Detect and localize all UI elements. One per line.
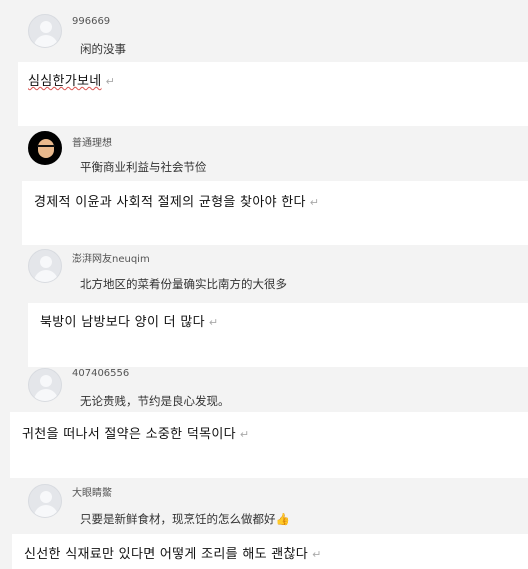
comment-text: 闲的没事: [80, 42, 126, 56]
translation-text[interactable]: 귀천을 떠나서 절약은 소중한 덕목이다 ↵: [22, 423, 249, 442]
username[interactable]: 普通理想: [72, 134, 112, 149]
translation-text[interactable]: 신선한 식재료만 있다면 어떻게 조리를 해도 괜찮다 ↵: [24, 543, 322, 562]
avatar[interactable]: [28, 249, 62, 283]
comment-text: 无论贵贱，节约是良心发现。: [80, 394, 230, 408]
comment-text: 北方地区的菜肴份量确实比南方的大很多: [80, 277, 287, 291]
avatar[interactable]: [28, 484, 62, 518]
paragraph-mark-icon: ↵: [309, 196, 320, 209]
translation-box-4[interactable]: 귀천을 떠나서 절약은 소중한 덕목이다 ↵: [10, 412, 528, 478]
translation-box-3[interactable]: 북방이 남방보다 양이 더 많다 ↵: [28, 303, 528, 367]
username[interactable]: 大眼睛鱉: [72, 484, 112, 499]
username[interactable]: 澎湃网友neuqim: [72, 250, 150, 265]
translation-text[interactable]: 심심한가보네 ↵: [28, 70, 115, 89]
paragraph-mark-icon: ↵: [239, 428, 250, 441]
translation-text[interactable]: 북방이 남방보다 양이 더 많다 ↵: [40, 311, 218, 330]
paragraph-mark-icon: ↵: [105, 75, 116, 88]
comment-text: 平衡商业利益与社会节俭: [80, 160, 207, 174]
comment-block-5: 大眼睛鱉 只要是新鲜食材，现烹饪的怎么做都好👍: [0, 478, 528, 534]
translation-text[interactable]: 경제적 이윤과 사회적 절제의 균형을 찾아야 한다 ↵: [34, 191, 319, 210]
translation-box-1[interactable]: 심심한가보네 ↵: [18, 62, 528, 126]
comment-block-2: 普通理想 平衡商业利益与社会节俭: [0, 126, 528, 181]
username[interactable]: 996669: [72, 16, 110, 27]
paragraph-mark-icon: ↵: [208, 316, 219, 329]
comment-block-1: 996669 闲的没事: [0, 0, 528, 62]
avatar[interactable]: [28, 14, 62, 48]
translation-box-5[interactable]: 신선한 식재료만 있다면 어떻게 조리를 해도 괜찮다 ↵: [12, 534, 528, 569]
avatar[interactable]: [28, 368, 62, 402]
avatar[interactable]: [28, 131, 62, 165]
comment-block-3: 澎湃网友neuqim 北方地区的菜肴份量确实比南方的大很多: [0, 245, 528, 303]
translation-box-2[interactable]: 경제적 이윤과 사회적 절제의 균형을 찾아야 한다 ↵: [22, 181, 528, 245]
paragraph-mark-icon: ↵: [312, 548, 322, 561]
username[interactable]: 407406556: [72, 368, 129, 379]
comment-block-4: 407406556 无论贵贱，节约是良心发现。: [0, 367, 528, 412]
comment-text: 只要是新鲜食材，现烹饪的怎么做都好👍: [80, 512, 290, 526]
